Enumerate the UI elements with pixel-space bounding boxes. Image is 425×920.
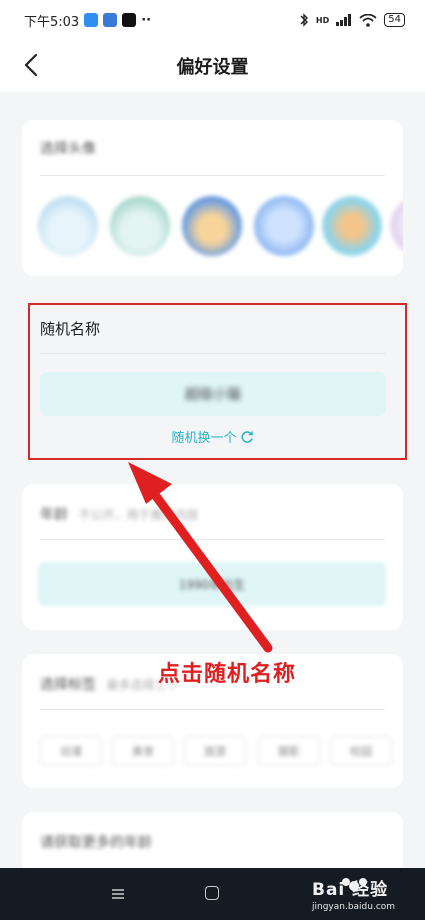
back-arrow-icon[interactable]	[18, 50, 48, 80]
avatar-card-title: 选择头像	[40, 141, 96, 157]
tags-card-title: 选择标签	[40, 677, 96, 693]
hd-signal-icon: HD	[315, 15, 330, 25]
age-field-value: 1990年出生	[178, 577, 246, 592]
random-name-divider	[40, 353, 386, 354]
refresh-name-label: 随机换一个	[171, 431, 237, 446]
home-icon[interactable]	[205, 886, 219, 900]
bluetooth-icon	[300, 13, 308, 27]
tags-card-divider	[40, 709, 385, 710]
age-card-title: 年龄	[40, 507, 68, 523]
avatar-option[interactable]	[182, 196, 242, 256]
random-name-field[interactable]: 超级小猫	[40, 372, 386, 416]
refresh-name-button[interactable]: 随机换一个	[0, 427, 425, 446]
avatar-card: 选择头像	[22, 120, 403, 276]
wifi-icon	[359, 13, 377, 27]
watermark-url: jingyan.baidu.com	[312, 902, 396, 912]
menu-icon[interactable]	[108, 884, 128, 904]
age-field[interactable]: 1990年出生	[38, 562, 386, 606]
age-card-header: 年龄 不公开，用于推荐内容	[40, 504, 198, 524]
avatar-option[interactable]	[322, 196, 382, 256]
bluetooth-app-icon	[103, 13, 118, 27]
signal-icon	[336, 14, 352, 26]
tiktok-app-icon	[122, 13, 137, 27]
tag-option[interactable]: 校园	[330, 736, 392, 766]
nav-bar: 偏好设置	[0, 40, 425, 92]
refresh-icon	[240, 431, 253, 443]
annotation-text: 点击随机名称	[158, 662, 297, 687]
status-bar: 下午5:03 ·· HD 54	[0, 0, 425, 40]
tag-option[interactable]: 美食	[112, 736, 174, 766]
watermark-text: Bai 经验	[312, 880, 389, 900]
random-name-label: 随机名称	[40, 320, 101, 338]
avatar-card-divider	[40, 175, 385, 176]
status-time: 下午5:03	[24, 14, 80, 30]
age-card-hint: 不公开，用于推荐内容	[78, 508, 199, 522]
tag-option[interactable]: 旅游	[184, 736, 246, 766]
status-more: ··	[141, 12, 152, 28]
avatar-option[interactable]	[38, 196, 98, 256]
battery-indicator: 54	[384, 13, 405, 27]
tag-option[interactable]: 摄影	[258, 736, 320, 766]
extra-card-title: 请获取更多的年龄	[40, 835, 152, 851]
random-name-value: 超级小猫	[185, 387, 241, 403]
avatar-option[interactable]	[254, 196, 314, 256]
avatar-option[interactable]	[390, 196, 403, 256]
age-card-divider	[40, 539, 385, 540]
page-title: 偏好设置	[176, 57, 249, 78]
message-app-icon	[84, 13, 99, 27]
avatar-option[interactable]	[110, 196, 170, 256]
age-card: 年龄 不公开，用于推荐内容 1990年出生	[22, 484, 403, 630]
tag-option[interactable]: 动漫	[40, 736, 102, 766]
